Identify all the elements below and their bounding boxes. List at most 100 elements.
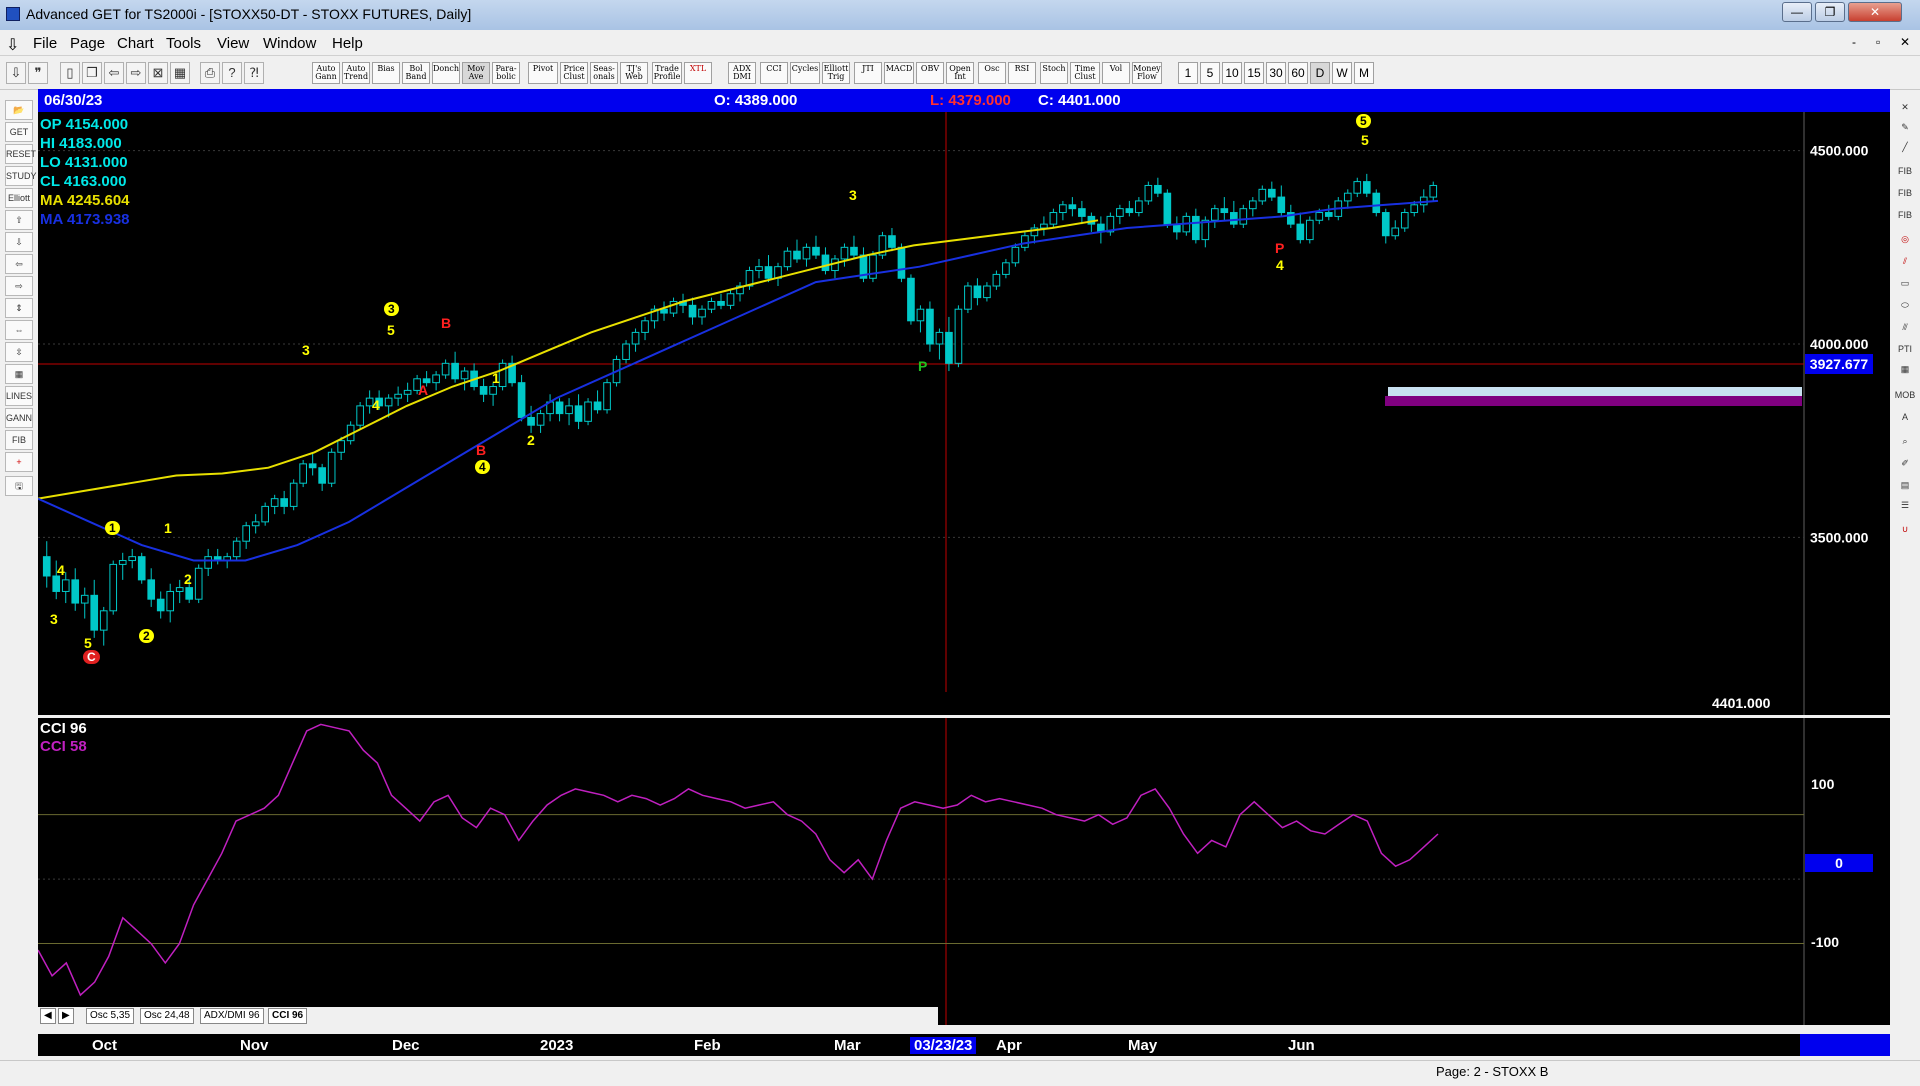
- study-adx-dmi[interactable]: ADX DMI: [728, 62, 756, 84]
- magnifier-icon[interactable]: ⌕: [1893, 432, 1917, 450]
- quote-icon[interactable]: ❞: [28, 62, 48, 84]
- menu-chart[interactable]: Chart: [117, 35, 154, 52]
- study-bias[interactable]: Bias: [372, 62, 400, 84]
- grid-icon[interactable]: ▦: [5, 364, 33, 384]
- grid-tool-icon[interactable]: ▦: [1893, 360, 1917, 378]
- maximize-button[interactable]: ❐: [1815, 2, 1845, 22]
- mdi-minimize-button[interactable]: -: [1852, 35, 1856, 49]
- menu-view[interactable]: View: [217, 35, 249, 52]
- help-icon[interactable]: ?: [222, 62, 242, 84]
- study-auto-trend[interactable]: Auto Trend: [342, 62, 370, 84]
- pencil-icon[interactable]: ✎: [1893, 118, 1917, 136]
- elliott-icon[interactable]: Elliott: [5, 188, 33, 208]
- horizontal-expand-icon[interactable]: ⇔: [5, 320, 33, 340]
- mdi-close-button[interactable]: ✕: [1900, 35, 1910, 49]
- study-seasonals[interactable]: Seas-onals: [590, 62, 618, 84]
- vertical-expand-icon[interactable]: ⇕: [5, 298, 33, 318]
- study-price-clust[interactable]: Price Clust: [560, 62, 588, 84]
- text-tool-icon[interactable]: A: [1893, 408, 1917, 426]
- fib-time-icon[interactable]: FIB: [1893, 206, 1917, 224]
- interval-weekly[interactable]: W: [1332, 62, 1352, 84]
- study-pivot[interactable]: Pivot: [528, 62, 558, 84]
- interval-1[interactable]: 1: [1178, 62, 1198, 84]
- study-parabolic[interactable]: Para-bolic: [492, 62, 520, 84]
- interval-60[interactable]: 60: [1288, 62, 1308, 84]
- gann-icon[interactable]: GANN: [5, 408, 33, 428]
- study-stoch[interactable]: Stoch: [1040, 62, 1068, 84]
- study-jti[interactable]: JTI: [854, 62, 882, 84]
- interval-30[interactable]: 30: [1266, 62, 1286, 84]
- rectangle-tool-icon[interactable]: ▭: [1893, 274, 1917, 292]
- new-page-icon[interactable]: ▯: [60, 62, 80, 84]
- arrow-up-icon[interactable]: ⇧: [5, 210, 33, 230]
- study-open-int[interactable]: Open Int: [946, 62, 974, 84]
- study-macd[interactable]: MACD: [884, 62, 914, 84]
- study-osc[interactable]: Osc: [978, 62, 1006, 84]
- app-menu-icon[interactable]: ⇩: [6, 35, 19, 55]
- lines-icon[interactable]: LINES: [5, 386, 33, 406]
- pti-icon[interactable]: PTI: [1893, 340, 1917, 358]
- arrow-down-icon[interactable]: ⇩: [5, 232, 33, 252]
- menu-help[interactable]: Help: [332, 35, 363, 52]
- study-vol[interactable]: Vol: [1102, 62, 1130, 84]
- context-help-icon[interactable]: ⁈: [244, 62, 264, 84]
- menu-file[interactable]: File: [33, 35, 57, 52]
- print-icon[interactable]: ⎙: [200, 62, 220, 84]
- crosshair-icon[interactable]: +: [5, 452, 33, 472]
- study-elliott-trig[interactable]: Elliott Trig: [822, 62, 850, 84]
- study-cycles[interactable]: Cycles: [790, 62, 820, 84]
- interval-daily[interactable]: D: [1310, 62, 1330, 84]
- study-auto-gann[interactable]: Auto Gann: [312, 62, 340, 84]
- mdi-restore-button[interactable]: ▫: [1876, 35, 1880, 49]
- get-icon[interactable]: GET: [5, 122, 33, 142]
- interval-10[interactable]: 10: [1222, 62, 1242, 84]
- open-icon[interactable]: 📂: [5, 100, 33, 120]
- arrow-tool-icon[interactable]: ⇩: [6, 62, 26, 84]
- tab-osc-24-48[interactable]: Osc 24,48: [140, 1008, 194, 1024]
- close-x-icon[interactable]: ✕: [1893, 98, 1917, 116]
- save-icon[interactable]: 🖫: [5, 476, 33, 496]
- study-icon[interactable]: STUDY: [5, 166, 37, 186]
- table-icon[interactable]: ▤: [1893, 476, 1917, 494]
- study-bol-band[interactable]: Bol Band: [402, 62, 430, 84]
- channel-tool-icon[interactable]: ⫻: [1893, 318, 1917, 336]
- line-tool-icon[interactable]: ╱: [1893, 138, 1917, 156]
- study-xtl[interactable]: XTL: [684, 62, 712, 84]
- magnet-icon[interactable]: ∪: [1893, 520, 1917, 538]
- marker-icon[interactable]: ✐: [1893, 454, 1917, 472]
- minimize-button[interactable]: —: [1782, 2, 1812, 22]
- fib-icon[interactable]: FIB: [5, 430, 33, 450]
- menu-page[interactable]: Page: [70, 35, 105, 52]
- tab-adx-dmi-96[interactable]: ADX/DMI 96: [200, 1008, 264, 1024]
- tab-scroll-right[interactable]: ▶: [58, 1008, 74, 1024]
- menu-window[interactable]: Window: [263, 35, 316, 52]
- interval-5[interactable]: 5: [1200, 62, 1220, 84]
- arrow-left-icon[interactable]: ⇦: [5, 254, 33, 274]
- fib-ret-icon[interactable]: FIB: [1893, 162, 1917, 180]
- interval-15[interactable]: 15: [1244, 62, 1264, 84]
- forward-icon[interactable]: ⇨: [126, 62, 146, 84]
- study-donch[interactable]: Donch: [432, 62, 460, 84]
- fib-ext-icon[interactable]: FIB: [1893, 184, 1917, 202]
- tab-cci-96[interactable]: CCI 96: [268, 1008, 308, 1024]
- study-time-clust[interactable]: Time Clust: [1070, 62, 1100, 84]
- delete-icon[interactable]: ⊠: [148, 62, 168, 84]
- tab-scroll-left[interactable]: ◀: [40, 1008, 56, 1024]
- cci-panel[interactable]: CCI 96 CCI 58 100 0 -100: [38, 718, 1890, 1025]
- study-cci[interactable]: CCI: [760, 62, 788, 84]
- ellipse-tool-icon[interactable]: ◎: [1893, 230, 1917, 248]
- copy-icon[interactable]: ❐: [82, 62, 102, 84]
- study-obv[interactable]: OBV: [916, 62, 944, 84]
- close-button[interactable]: ✕: [1848, 2, 1902, 22]
- back-icon[interactable]: ⇦: [104, 62, 124, 84]
- tab-osc-5-35[interactable]: Osc 5,35: [86, 1008, 135, 1024]
- menu-tools[interactable]: Tools: [166, 35, 201, 52]
- tile-icon[interactable]: ▦: [170, 62, 190, 84]
- study-rsi[interactable]: RSI: [1008, 62, 1036, 84]
- study-trade-profile[interactable]: Trade Profile: [652, 62, 682, 84]
- interval-monthly[interactable]: M: [1354, 62, 1374, 84]
- study-mov-ave[interactable]: Mov Ave: [462, 62, 490, 84]
- study-tjs-web[interactable]: TJ's Web: [620, 62, 648, 84]
- fan-tool-icon[interactable]: ⫽: [1893, 252, 1917, 270]
- study-money-flow[interactable]: Money Flow: [1132, 62, 1162, 84]
